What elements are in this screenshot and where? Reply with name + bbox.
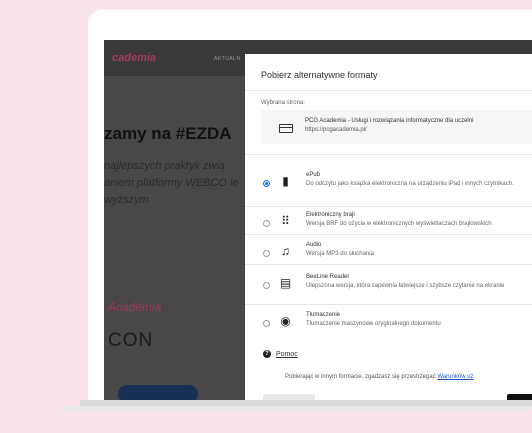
format-name: BeeLine Reader xyxy=(306,274,350,280)
terms-notice: Pobierając w innym formacie, zgadzasz si… xyxy=(285,374,474,380)
selected-page-url: https://pcgacademia.pl/ xyxy=(305,127,367,133)
radio-beeline[interactable] xyxy=(263,282,270,289)
format-description: Wersja BRF do użycia w elektronicznych w… xyxy=(306,221,492,227)
nav-item-aktualnosci[interactable]: AKTUALN xyxy=(214,56,241,62)
hero-brand: Academia xyxy=(108,300,162,314)
braille-icon: ⠿ xyxy=(281,214,290,228)
divider xyxy=(245,90,532,91)
audio-icon: ♫ xyxy=(281,244,290,258)
hero-title: zamy na #EZDA xyxy=(104,124,232,143)
format-option-beeline[interactable]: ▤ BeeLine Reader Ulepszona wersja, która… xyxy=(245,268,532,306)
divider xyxy=(245,234,532,235)
format-description: Do odczytu jako książka elektroniczna na… xyxy=(306,181,514,187)
format-name: Audio xyxy=(306,242,322,248)
format-description: Tłumaczenie maszynowe oryginalnego dokum… xyxy=(306,321,441,327)
hero-text: najlepszych praktyk zwią aniem platformy… xyxy=(104,160,239,206)
format-description: Ulepszona wersja, która zapewnia łatwiej… xyxy=(306,283,505,289)
selected-page-label: Wybrana strona: xyxy=(261,100,305,106)
terms-link[interactable]: Warunków uż xyxy=(437,374,473,380)
download-button[interactable] xyxy=(507,394,532,400)
translate-icon: ◉ xyxy=(280,314,291,328)
radio-braille[interactable] xyxy=(263,220,270,227)
site-logo[interactable]: cademia xyxy=(112,52,156,64)
help-icon: ? xyxy=(263,350,271,358)
webpage-icon xyxy=(279,124,293,133)
terms-text: Pobierając w innym formacie, zgadzasz si… xyxy=(285,374,436,380)
format-name: Elektroniczny brajl xyxy=(306,212,355,218)
radio-audio[interactable] xyxy=(263,250,270,257)
format-name: Tłumaczenie xyxy=(306,312,341,318)
format-option-epub[interactable]: ▮ ePub Do odczytu jako książka elektroni… xyxy=(245,166,532,204)
dialog-title: Pobierz alternatywne formaty xyxy=(261,70,378,80)
divider xyxy=(245,154,532,155)
radio-epub[interactable] xyxy=(263,180,270,187)
format-name: ePub xyxy=(306,172,321,178)
radio-translation[interactable] xyxy=(263,320,270,327)
selected-page-box: PCG Academia - Usługi i rozwiązania info… xyxy=(261,110,532,144)
format-description: Wersja MP3 do słuchania xyxy=(306,251,374,257)
laptop-base-edge xyxy=(60,406,532,412)
divider xyxy=(245,304,532,305)
format-option-translation[interactable]: ◉ Tłumaczenie Tłumaczenie maszynowe oryg… xyxy=(245,306,532,344)
cancel-button[interactable] xyxy=(263,394,315,400)
alternative-formats-dialog: Pobierz alternatywne formaty Wybrana str… xyxy=(245,54,532,400)
selected-page-title: PCG Academia - Usługi i rozwiązania info… xyxy=(305,118,474,124)
beeline-icon: ▤ xyxy=(279,276,292,290)
hero-con-logo: CON xyxy=(108,330,154,351)
hero-button[interactable] xyxy=(118,385,198,400)
help-section: ? Pomoc xyxy=(263,350,298,358)
divider xyxy=(245,264,532,265)
book-icon: ▮ xyxy=(282,174,289,188)
help-link[interactable]: Pomoc xyxy=(276,351,298,358)
